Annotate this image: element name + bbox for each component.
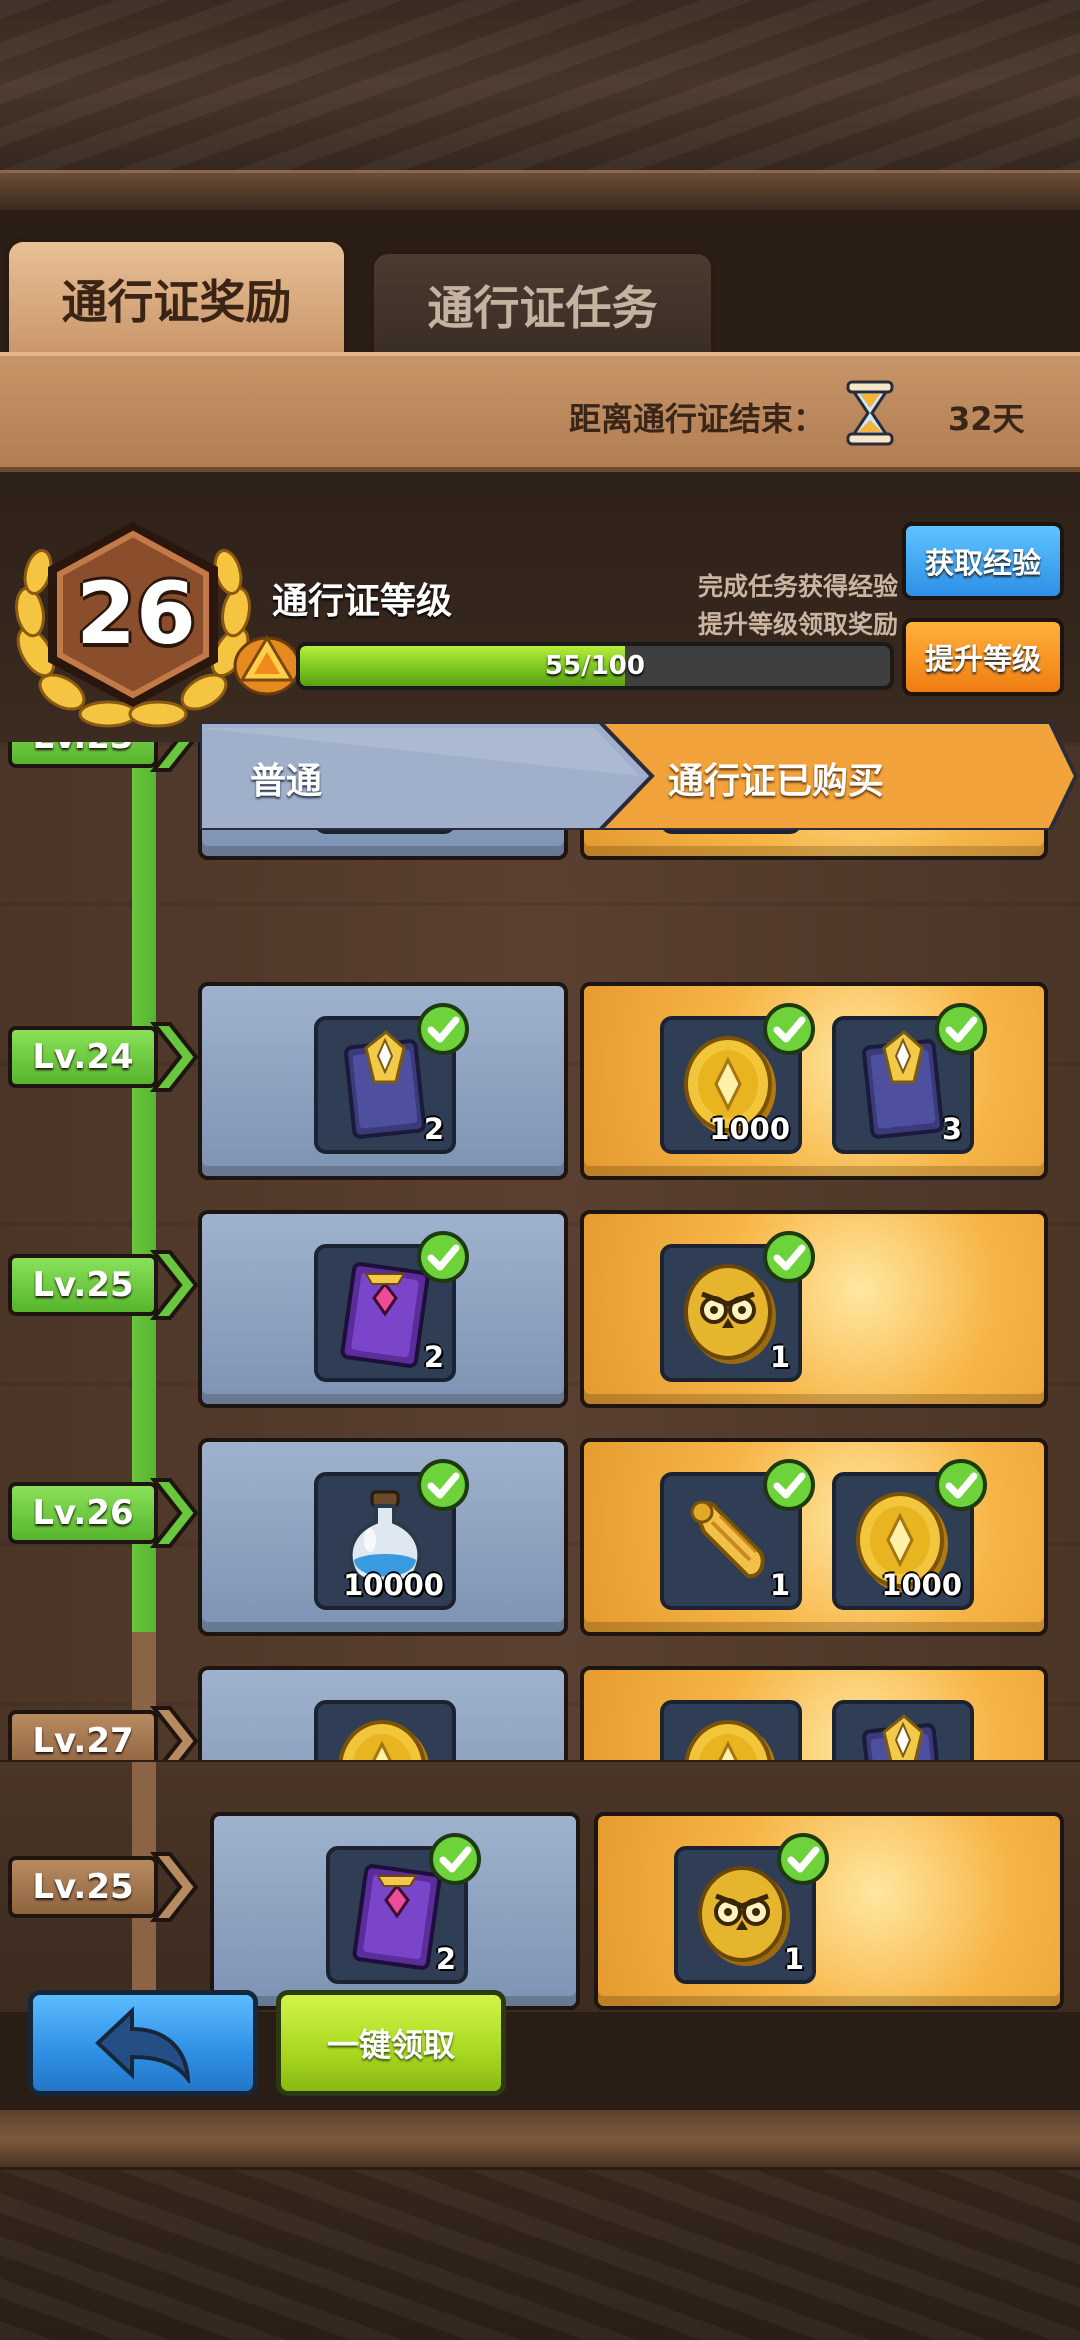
level-chevron-icon xyxy=(149,1476,200,1550)
reward-quantity: 1000 xyxy=(881,1568,962,1602)
pinned-reward-row: Lv.25 2 1 xyxy=(0,1762,1080,2012)
reward-item[interactable] xyxy=(660,1700,802,1760)
reward-item[interactable]: 1 xyxy=(660,1459,815,1610)
xp-hint-text: 完成任务获得经验 提升等级领取奖励 xyxy=(698,568,898,644)
level-chevron-icon xyxy=(149,1850,200,1924)
free-reward-card[interactable]: 2 xyxy=(198,1210,568,1408)
reward-item[interactable]: 3 xyxy=(832,1003,987,1154)
claimed-check-icon xyxy=(762,1458,816,1512)
level-chevron-icon xyxy=(149,1704,200,1760)
reward-quantity: 1 xyxy=(769,1568,790,1602)
level-tag: Lv.24 xyxy=(8,1026,158,1088)
level-chevron-icon xyxy=(149,742,200,774)
reward-row: Lv.25 2 1 xyxy=(0,1210,1080,1420)
hint-line-2: 提升等级领取奖励 xyxy=(697,610,898,639)
banner-free-label: 普通 xyxy=(250,761,323,802)
claimed-check-icon xyxy=(416,1458,470,1512)
bottom-frame xyxy=(0,2110,1080,2340)
level-chevron-icon xyxy=(149,1020,200,1094)
get-xp-button[interactable]: 获取经验 xyxy=(902,522,1064,600)
level-tag: Lv.27 xyxy=(8,1710,158,1760)
claimed-check-icon xyxy=(762,1002,816,1056)
banner-labels: 普通 通行证已购买 xyxy=(200,722,1080,830)
reward-item[interactable]: 1000 xyxy=(660,1003,815,1154)
free-reward-card[interactable]: 2 xyxy=(198,982,568,1180)
countdown-bar: 距离通行证结束： 32天 xyxy=(0,352,1080,472)
back-button[interactable] xyxy=(28,1990,258,2096)
claim-all-button[interactable]: 一键领取 xyxy=(276,1990,506,2096)
free-reward-card[interactable]: 2 xyxy=(210,1812,580,2010)
level-tag: Lv.26 xyxy=(8,1482,158,1544)
reward-quantity: 2 xyxy=(423,1112,444,1146)
gold-coin-icon xyxy=(326,1710,444,1760)
level-up-button[interactable]: 提升等级 xyxy=(902,618,1064,696)
gold-coin-icon xyxy=(672,1710,790,1760)
level-tag: Lv.25 xyxy=(8,1254,158,1316)
xp-progress-bar: 55/100 xyxy=(296,642,894,690)
countdown-label: 距离通行证结束： xyxy=(568,400,825,438)
reward-quantity: 3 xyxy=(941,1112,962,1146)
reward-item[interactable]: 1 xyxy=(674,1833,829,1984)
reward-list[interactable]: Lv.2334Lv.24210003Lv.2521Lv.261000011000… xyxy=(0,742,1080,1760)
free-reward-card[interactable] xyxy=(198,1666,568,1760)
top-frame xyxy=(0,0,1080,210)
banner-paid-label: 通行证已购买 xyxy=(668,761,885,802)
reward-row: Lv.27 xyxy=(0,1666,1080,1760)
hourglass-icon xyxy=(846,380,894,446)
reward-item[interactable]: 2 xyxy=(326,1833,481,1984)
level-number: 26 xyxy=(76,564,196,664)
claimed-check-icon xyxy=(934,1002,988,1056)
level-tag: Lv.25 xyxy=(8,1856,158,1918)
reward-quantity: 2 xyxy=(423,1340,444,1374)
paid-reward-card[interactable]: 1000 3 xyxy=(580,982,1048,1180)
reward-item[interactable]: 2 xyxy=(314,1003,469,1154)
reward-row: Lv.26 10000 1 1000 xyxy=(0,1438,1080,1648)
reward-item[interactable]: 1000 xyxy=(832,1459,987,1610)
hint-line-1: 完成任务获得经验 xyxy=(697,572,898,601)
xp-triangle-icon xyxy=(233,635,301,696)
back-arrow-icon xyxy=(95,2006,191,2083)
claimed-check-icon xyxy=(416,1230,470,1284)
paid-reward-card[interactable]: 1 xyxy=(580,1210,1048,1408)
level-tag: Lv.23 xyxy=(8,742,158,768)
reward-item[interactable]: 2 xyxy=(314,1231,469,1382)
level-panel: 26 通行证等级 55/100 完成任务获得经验 提升等级领取奖励 获取经验 提… xyxy=(0,472,1080,742)
xp-progress-text: 55/100 xyxy=(545,651,645,681)
reward-quantity: 1 xyxy=(769,1340,790,1374)
reward-quantity: 2 xyxy=(435,1942,456,1976)
tab-pass-rewards[interactable]: 通行证奖励 xyxy=(5,238,348,356)
claimed-check-icon xyxy=(416,1002,470,1056)
reward-item[interactable] xyxy=(832,1700,974,1760)
paid-reward-card[interactable]: 1 1000 xyxy=(580,1438,1048,1636)
reward-item[interactable]: 1 xyxy=(660,1231,815,1382)
reward-item[interactable] xyxy=(314,1700,456,1760)
claimed-check-icon xyxy=(762,1230,816,1284)
tab-pass-tasks[interactable]: 通行证任务 xyxy=(370,250,715,356)
countdown-value: 32天 xyxy=(948,400,1025,438)
paid-reward-card[interactable]: 1 xyxy=(594,1812,1064,2010)
free-reward-card[interactable]: 10000 xyxy=(198,1438,568,1636)
claimed-check-icon xyxy=(428,1832,482,1886)
level-title: 通行证等级 xyxy=(272,581,453,622)
level-chevron-icon xyxy=(149,1248,200,1322)
claimed-check-icon xyxy=(934,1458,988,1512)
reward-quantity: 1 xyxy=(783,1942,804,1976)
gold-card-icon xyxy=(844,1710,962,1760)
paid-reward-card[interactable] xyxy=(580,1666,1048,1760)
reward-quantity: 10000 xyxy=(343,1568,444,1602)
reward-item[interactable]: 10000 xyxy=(314,1459,469,1610)
reward-row: Lv.24 2 1000 3 xyxy=(0,982,1080,1192)
claimed-check-icon xyxy=(776,1832,830,1886)
reward-quantity: 1000 xyxy=(709,1112,790,1146)
